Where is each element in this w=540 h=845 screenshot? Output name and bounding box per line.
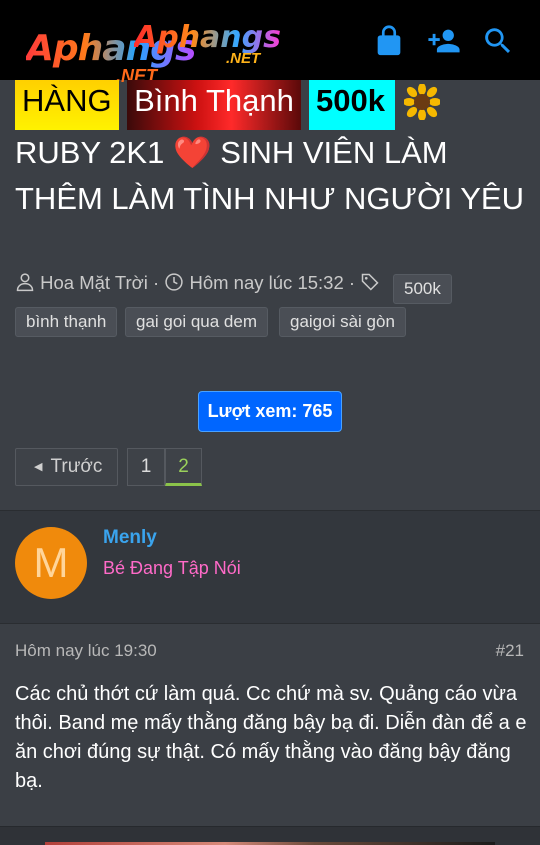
prefix-hang[interactable]: HÀNG: [15, 80, 119, 130]
top-navbar: Aphangs Aphangs .NET .NET: [0, 0, 540, 86]
page-2-button[interactable]: 2: [165, 448, 202, 486]
caret-left-icon: ◀: [34, 461, 43, 473]
clock-icon: [165, 273, 184, 291]
tag-500k[interactable]: 500k: [393, 274, 452, 304]
thread-meta: Hoa Mặt Trời · Hôm nay lúc 15:32 ·: [15, 272, 380, 294]
user-icon: [16, 273, 34, 292]
prev-page-button[interactable]: ◀ Trước: [15, 448, 118, 486]
prefix-500k[interactable]: 500k: [309, 80, 395, 130]
tags-icon: [361, 273, 379, 291]
thread-date[interactable]: Hôm nay lúc 15:32: [189, 272, 343, 293]
title-text-start: RUBY 2K1: [15, 135, 165, 170]
page-1-button[interactable]: 1: [127, 448, 165, 486]
post-time[interactable]: Hôm nay lúc 19:30: [15, 641, 157, 661]
post-body: Các chủ thớt cứ làm quá. Cc chứ mà sv. Q…: [15, 683, 527, 792]
add-user-icon[interactable]: [426, 24, 462, 58]
post-number[interactable]: #21: [496, 641, 524, 661]
lock-icon[interactable]: [372, 24, 406, 58]
author-name[interactable]: Hoa Mặt Trời: [40, 272, 148, 293]
avatar[interactable]: M: [15, 527, 87, 599]
sunflower-icon: [403, 83, 441, 121]
prefix-binh-thanh[interactable]: Bình Thạnh: [127, 80, 301, 130]
site-logo[interactable]: Aphangs Aphangs .NET .NET: [26, 20, 288, 86]
user-title: Bé Đang Tập Nói: [103, 558, 241, 578]
view-count-badge: Lượt xem: 765: [198, 391, 342, 432]
tag-binh-thanh[interactable]: bình thạnh: [15, 307, 118, 337]
meta-separator: ·: [153, 272, 160, 293]
post-username[interactable]: Menly: [103, 527, 157, 549]
thread-title: RUBY 2K1 ❤️ SINH VIÊN LÀM THÊM LÀM TÌNH …: [15, 130, 525, 222]
tag-gai-goi-qua-dem[interactable]: gai goi qua dem: [125, 307, 268, 337]
search-icon[interactable]: [481, 24, 515, 58]
heart-icon: ❤️: [172, 135, 212, 170]
tag-gaigoi-sai-gon[interactable]: gaigoi sài gòn: [279, 307, 406, 337]
logo-net-label: .NET: [226, 50, 261, 67]
meta-separator: ·: [348, 272, 356, 293]
prev-page-label: Trước: [50, 456, 103, 477]
post-author-block: M Menly Bé Đang Tập Nói: [0, 510, 540, 624]
